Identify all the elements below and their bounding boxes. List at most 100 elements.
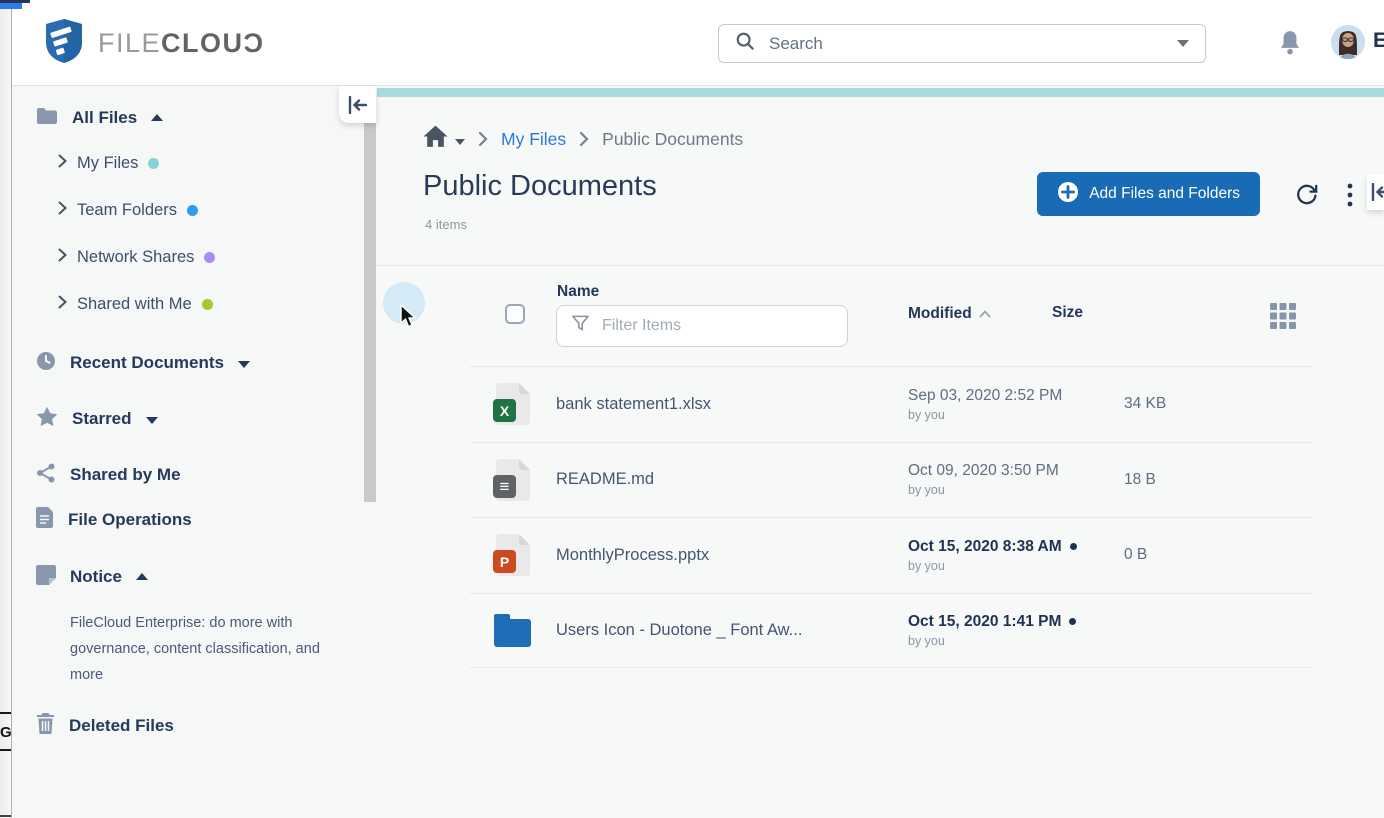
powerpoint-file-icon: P — [492, 532, 532, 578]
sidebar-item-notice[interactable]: Notice — [12, 563, 361, 591]
sidebar-item-file-operations[interactable]: File Operations — [12, 506, 361, 534]
file-modified-by: by you — [908, 408, 1124, 422]
search-input[interactable] — [769, 34, 1163, 54]
excel-file-icon: X — [492, 381, 532, 427]
status-dot — [204, 252, 215, 263]
recent-change-dot — [1069, 618, 1076, 625]
select-all-checkbox[interactable] — [505, 304, 525, 324]
file-name[interactable]: bank statement1.xlsx — [556, 395, 908, 414]
caret-up-icon — [136, 573, 148, 580]
file-modified: Oct 15, 2020 1:41 PM — [908, 613, 1124, 631]
edge-partial-text: Gr — [0, 724, 12, 741]
search-scope-caret-icon[interactable] — [1177, 40, 1189, 47]
sidebar-item-label: Deleted Files — [69, 716, 174, 736]
sidebar-item-starred[interactable]: Starred — [12, 405, 361, 433]
caret-up-icon — [151, 114, 163, 121]
notifications-bell-icon[interactable] — [1277, 29, 1303, 57]
markdown-file-icon: ≡ — [492, 457, 532, 503]
recent-change-dot — [1070, 543, 1077, 550]
filter-funnel-icon — [571, 314, 590, 338]
sidebar-item-my-files[interactable]: My Files — [12, 150, 361, 176]
sidebar-collapse-button[interactable] — [339, 86, 376, 123]
file-rows: X bank statement1.xlsx Sep 03, 2020 2:52… — [470, 366, 1312, 668]
file-modified-by: by you — [908, 634, 1124, 648]
chevron-right-icon — [58, 248, 67, 267]
clock-icon — [36, 351, 56, 376]
sidebar-item-label: Starred — [72, 409, 132, 429]
sidebar-item-label: Recent Documents — [70, 353, 224, 373]
background-window-edge: Gr — [0, 0, 12, 818]
filecloud-logo[interactable]: FILECLOUƆ — [44, 18, 265, 69]
sidebar-item-team-folders[interactable]: Team Folders — [12, 197, 361, 223]
filecloud-shield-icon — [44, 18, 84, 69]
column-header-name[interactable]: Name — [557, 283, 599, 301]
table-row[interactable]: P MonthlyProcess.pptx Oct 15, 2020 8:38 … — [470, 517, 1312, 593]
sidebar-item-label: My Files — [77, 154, 138, 173]
document-icon — [36, 507, 54, 533]
star-icon — [36, 406, 58, 432]
chevron-right-icon — [58, 154, 67, 173]
refresh-icon[interactable] — [1294, 181, 1320, 207]
table-row[interactable]: X bank statement1.xlsx Sep 03, 2020 2:52… — [470, 366, 1312, 442]
global-search — [718, 24, 1206, 63]
sidebar-item-all-files[interactable]: All Files — [12, 104, 361, 132]
add-button-label: Add Files and Folders — [1089, 185, 1240, 203]
file-modified: Oct 15, 2020 8:38 AM — [908, 538, 1124, 556]
sidebar-item-network-shares[interactable]: Network Shares — [12, 244, 361, 270]
sidebar-item-shared-with-me[interactable]: Shared with Me — [12, 291, 361, 317]
column-header-size[interactable]: Size — [1052, 304, 1083, 324]
breadcrumb-chevron-icon — [579, 131, 589, 147]
sidebar: All Files My Files Team Folders Network … — [12, 86, 377, 818]
logo-wordmark: FILECLOUƆ — [98, 28, 265, 59]
filecloud-app: Gr FILECLOUƆ — [0, 0, 1384, 818]
file-modified: Sep 03, 2020 2:52 PM — [908, 387, 1124, 405]
file-name[interactable]: MonthlyProcess.pptx — [556, 546, 908, 565]
column-header-modified[interactable]: Modified — [908, 304, 991, 324]
file-modified-by: by you — [908, 559, 1124, 573]
breadcrumb-link-my-files[interactable]: My Files — [501, 129, 566, 150]
sidebar-item-recent-documents[interactable]: Recent Documents — [12, 349, 361, 377]
table-row[interactable]: ≡ README.md Oct 09, 2020 3:50 PM by you … — [470, 442, 1312, 518]
filter-items-input[interactable] — [602, 317, 833, 335]
file-size: 0 B — [1124, 546, 1312, 564]
folder-icon — [36, 107, 58, 130]
file-modified: Oct 09, 2020 3:50 PM — [908, 462, 1124, 480]
file-size: 34 KB — [1124, 395, 1312, 413]
sidebar-item-shared-by-me[interactable]: Shared by Me — [12, 461, 361, 489]
breadcrumb-chevron-icon — [478, 131, 488, 147]
sidebar-item-label: Shared with Me — [77, 295, 192, 314]
status-dot — [148, 158, 159, 169]
share-icon — [36, 463, 56, 488]
chevron-right-icon — [58, 295, 67, 314]
file-name[interactable]: Users Icon - Duotone _ Font Aw... — [556, 621, 908, 640]
trash-icon — [36, 713, 55, 739]
panel-collapse-button[interactable] — [1367, 174, 1384, 210]
add-files-and-folders-button[interactable]: Add Files and Folders — [1037, 172, 1260, 216]
edge-line — [0, 749, 12, 751]
sidebar-scrollbar[interactable] — [364, 122, 376, 502]
user-avatar[interactable] — [1331, 25, 1365, 59]
edge-line — [0, 712, 12, 714]
chevron-right-icon — [58, 201, 67, 220]
plus-circle-icon — [1057, 181, 1079, 208]
more-options-kebab-icon[interactable] — [1346, 182, 1360, 208]
page-title: Public Documents — [423, 170, 657, 203]
user-name-partial: E — [1373, 29, 1384, 53]
sidebar-item-label: File Operations — [68, 510, 192, 530]
file-size: 18 B — [1124, 471, 1312, 489]
filter-items-box — [556, 305, 848, 347]
top-bar: FILECLOUƆ — [12, 0, 1384, 86]
main-content: My Files Public Documents Public Documen… — [377, 86, 1384, 818]
grid-view-icon[interactable] — [1269, 302, 1297, 330]
home-caret-icon[interactable] — [455, 139, 465, 145]
file-name[interactable]: README.md — [556, 470, 908, 489]
status-dot — [202, 299, 213, 310]
status-dot — [187, 205, 198, 216]
mouse-cursor — [399, 304, 419, 335]
sidebar-item-deleted-files[interactable]: Deleted Files — [12, 712, 361, 740]
sidebar-item-label: Notice — [70, 567, 122, 587]
notice-banner-text: FileCloud Enterprise: do more with gover… — [70, 610, 330, 688]
table-row[interactable]: Users Icon - Duotone _ Font Aw... Oct 15… — [470, 593, 1312, 669]
caret-down-icon — [146, 417, 158, 424]
home-icon[interactable] — [423, 125, 448, 153]
